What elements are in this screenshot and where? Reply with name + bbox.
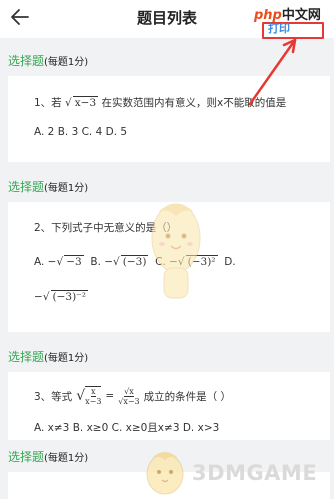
question-text: 3、等式 √ x x−3 = √x √x−3 成立的条件是（ ） bbox=[34, 386, 231, 406]
question-option-d: −√ (−3)⁻² bbox=[34, 290, 88, 303]
question-card[interactable]: 1、若 √ x−3 在实数范围内有意义，则x不能取的值是 A. 2 B. 3 C.… bbox=[8, 76, 330, 162]
section-header: 选择题 (每题1分) bbox=[8, 54, 89, 68]
question-options: A. 2 B. 3 C. 4 D. 5 bbox=[34, 126, 128, 138]
question-options: A. x≠3 B. x≥0 C. x≥0且x≠3 D. x>3 bbox=[34, 422, 220, 434]
mascot-bottom-icon bbox=[146, 452, 184, 495]
3dmgame-watermark: 3DMGAME bbox=[192, 461, 318, 485]
section-header: 选择题 (每题1分) bbox=[8, 180, 89, 194]
section-header: 选择题 (每题1分) bbox=[8, 450, 89, 464]
question-list-screen: 题目列表 php中文网 打印 选择题 (每题1分) 1、若 √ x−3 在实数范围… bbox=[0, 0, 334, 499]
question-text: 1、若 √ x−3 在实数范围内有意义，则x不能取的值是 bbox=[34, 96, 287, 109]
section-header: 选择题 (每题1分) bbox=[8, 350, 89, 364]
question-card[interactable]: 3、等式 √ x x−3 = √x √x−3 成立的条件是（ ） A. x≠3 … bbox=[8, 372, 330, 440]
mascot-watermark-icon bbox=[151, 203, 201, 299]
print-button-label[interactable]: 打印 bbox=[268, 20, 290, 36]
